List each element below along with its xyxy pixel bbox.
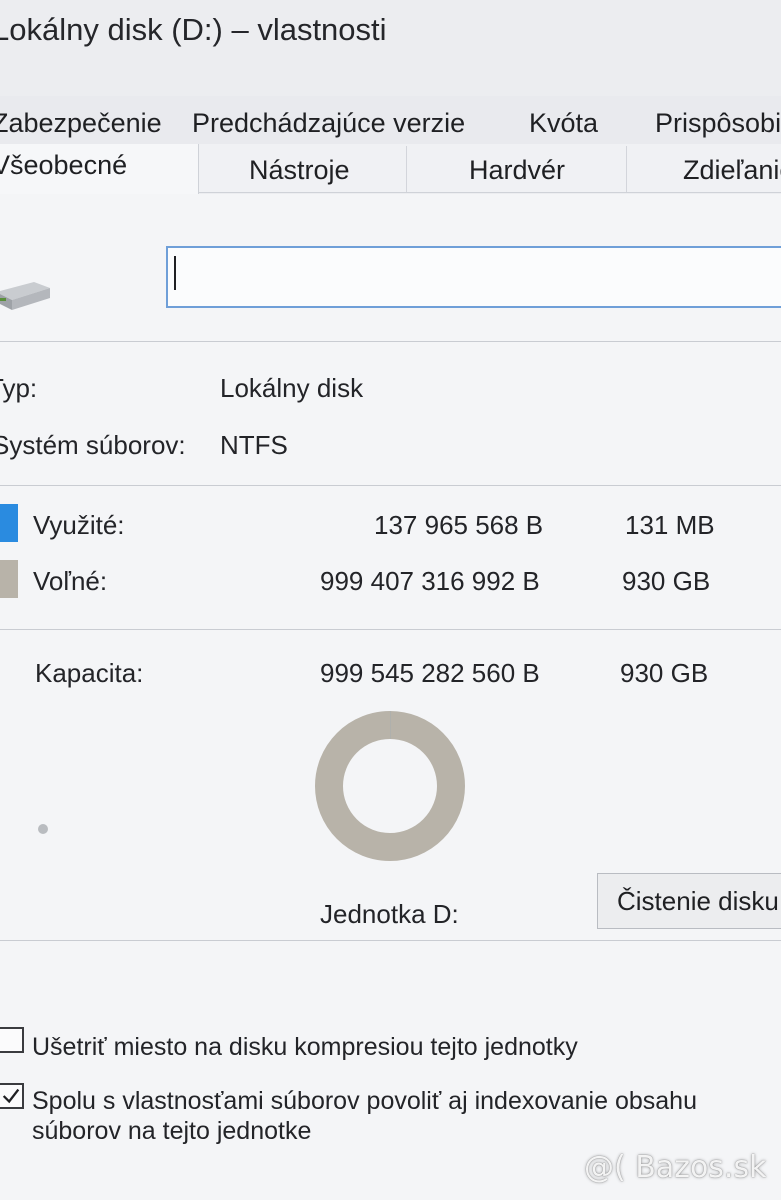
stray-dot bbox=[38, 824, 48, 834]
capacity-size: 930 GB bbox=[620, 658, 709, 688]
tab-hardware[interactable]: Hardvér bbox=[469, 155, 565, 186]
check-mark-icon bbox=[2, 1088, 20, 1104]
capacity-bytes: 999 545 282 560 B bbox=[320, 658, 540, 688]
drive-icon bbox=[0, 282, 50, 310]
compress-checkbox[interactable] bbox=[0, 1027, 24, 1053]
used-space-swatch bbox=[0, 504, 18, 542]
free-size: 930 GB bbox=[622, 566, 711, 596]
used-bytes: 137 965 568 B bbox=[374, 510, 544, 540]
drive-letter-label: Jednotka D: bbox=[320, 899, 459, 929]
divider bbox=[0, 341, 781, 342]
index-label-line1: Spolu s vlastnosťami súborov povoliť aj … bbox=[32, 1087, 697, 1115]
tab-security[interactable]: Zabezpečenie bbox=[0, 108, 162, 139]
filesystem-label: Systém súborov: bbox=[0, 430, 186, 460]
free-bytes: 999 407 316 992 B bbox=[320, 566, 540, 596]
divider bbox=[0, 629, 781, 630]
capacity-label: Kapacita: bbox=[35, 658, 144, 688]
tab-customize[interactable]: Prispôsobiť bbox=[655, 108, 781, 139]
divider bbox=[0, 940, 781, 941]
tab-quota[interactable]: Kvóta bbox=[529, 108, 598, 139]
free-label: Voľné: bbox=[33, 566, 108, 596]
tab-separator bbox=[406, 146, 407, 192]
free-space-swatch bbox=[0, 560, 18, 598]
bazos-watermark: @( Bazos.sk bbox=[584, 1150, 767, 1185]
text-caret bbox=[174, 256, 176, 290]
filesystem-value: NTFS bbox=[220, 430, 288, 460]
tab-tools[interactable]: Nástroje bbox=[249, 155, 350, 186]
tab-general[interactable]: Všeobecné bbox=[0, 150, 127, 181]
type-label: Typ: bbox=[0, 373, 38, 403]
tab-separator bbox=[626, 146, 627, 192]
tab-sharing[interactable]: Zdieľanie bbox=[683, 155, 781, 186]
drive-name-input[interactable] bbox=[166, 246, 781, 308]
compress-label: Ušetriť miesto na disku kompresiou tejto… bbox=[32, 1033, 578, 1061]
disk-cleanup-button[interactable]: Čistenie disku bbox=[597, 873, 781, 929]
tab-previous-versions[interactable]: Predchádzajúce verzie bbox=[192, 108, 465, 139]
index-checkbox[interactable] bbox=[0, 1083, 24, 1109]
used-label: Využité: bbox=[33, 510, 125, 540]
window-title: Lokálny disk (D:) – vlastnosti bbox=[0, 12, 387, 47]
index-label-line2: súborov na tejto jednotke bbox=[32, 1117, 312, 1145]
used-size: 131 MB bbox=[625, 510, 715, 540]
divider bbox=[0, 485, 781, 486]
donut-free-ring bbox=[315, 711, 465, 861]
type-value: Lokálny disk bbox=[220, 373, 364, 403]
usage-donut-chart bbox=[315, 711, 465, 861]
